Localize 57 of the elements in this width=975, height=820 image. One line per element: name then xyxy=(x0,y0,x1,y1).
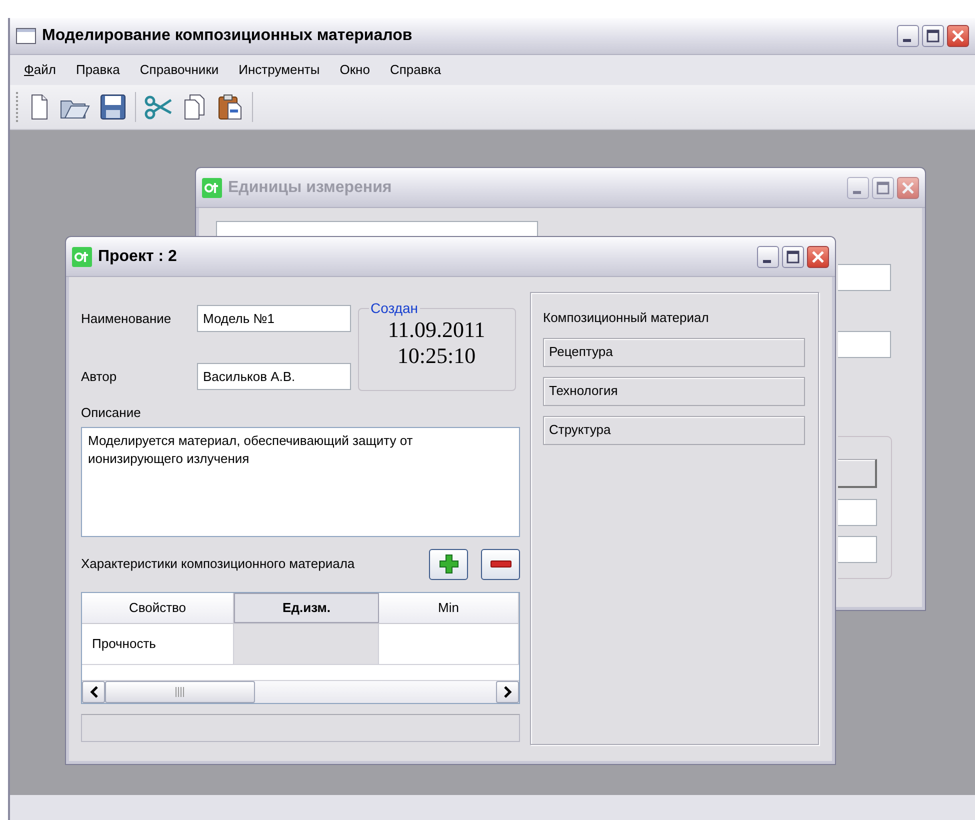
input-field[interactable] xyxy=(838,264,891,291)
panel-title: Композиционный материал xyxy=(543,309,710,327)
window-title: Моделирование композиционных материалов xyxy=(42,26,412,46)
column-header[interactable]: Ед.изм. xyxy=(234,592,379,622)
close-button[interactable] xyxy=(807,246,829,268)
save-icon[interactable] xyxy=(99,93,127,121)
column-header[interactable]: Свойство xyxy=(82,592,234,622)
input-field[interactable] xyxy=(838,499,877,526)
column-header[interactable]: Min xyxy=(379,592,519,622)
minimize-button[interactable] xyxy=(757,246,779,268)
field-label: Наименование xyxy=(81,310,172,328)
field-label: Автор xyxy=(81,368,118,386)
scroll-right-button[interactable] xyxy=(496,680,519,702)
remove-button[interactable] xyxy=(481,548,520,580)
menu-item[interactable]: Справка xyxy=(380,60,451,80)
toolbar-grip[interactable] xyxy=(16,92,19,122)
maximize-button[interactable] xyxy=(922,25,944,47)
maximize-button[interactable] xyxy=(782,246,804,268)
name-field[interactable]: Модель №1 xyxy=(197,305,351,332)
menu-item[interactable]: Справочники xyxy=(130,60,229,80)
scissors-icon[interactable] xyxy=(144,93,174,121)
material-button[interactable]: Технология xyxy=(543,376,805,406)
grip-icon xyxy=(175,686,185,696)
blank-button[interactable] xyxy=(838,459,877,488)
input-field[interactable] xyxy=(216,221,538,236)
scroll-thumb[interactable] xyxy=(105,680,255,702)
close-button[interactable] xyxy=(897,176,919,198)
minimize-icon xyxy=(903,39,911,42)
date-text: 11.09.2011 xyxy=(388,317,486,343)
app-icon xyxy=(72,246,92,266)
input-field[interactable] xyxy=(838,536,877,563)
menu-item[interactable]: Правка xyxy=(66,60,130,80)
menu-item[interactable]: Окно xyxy=(330,60,380,80)
material-button[interactable]: Структура xyxy=(543,416,805,444)
menu-item[interactable]: Инструменты xyxy=(228,60,330,80)
plus-icon xyxy=(438,553,460,575)
input-field[interactable] xyxy=(838,331,891,358)
window-title: Единицы измерения xyxy=(228,178,392,198)
minimize-button[interactable] xyxy=(897,25,919,47)
scroll-left-button[interactable] xyxy=(82,680,105,702)
horizontal-scrollbar[interactable] xyxy=(82,680,519,702)
minimize-icon xyxy=(853,190,861,194)
window-icon xyxy=(16,28,36,44)
window-title: Проект : 2 xyxy=(98,246,177,266)
paste-icon[interactable] xyxy=(216,93,244,121)
minimize-icon xyxy=(763,260,771,262)
time-text: 10:25:10 xyxy=(397,343,476,369)
description-field[interactable]: Моделируется материал, обеспечивающий защиту от ионизирующего излучения xyxy=(81,426,520,536)
close-button[interactable] xyxy=(947,25,969,47)
section-label: Характеристики композиционного материала xyxy=(81,555,355,574)
material-button[interactable]: Рецептура xyxy=(543,338,805,366)
app-icon xyxy=(202,178,222,198)
field-label: Описание xyxy=(81,404,141,422)
menu-item[interactable]: Файл xyxy=(14,60,66,80)
add-button[interactable] xyxy=(429,548,468,580)
minus-icon xyxy=(490,559,512,569)
author-field[interactable]: Васильков А.В. xyxy=(197,362,351,390)
